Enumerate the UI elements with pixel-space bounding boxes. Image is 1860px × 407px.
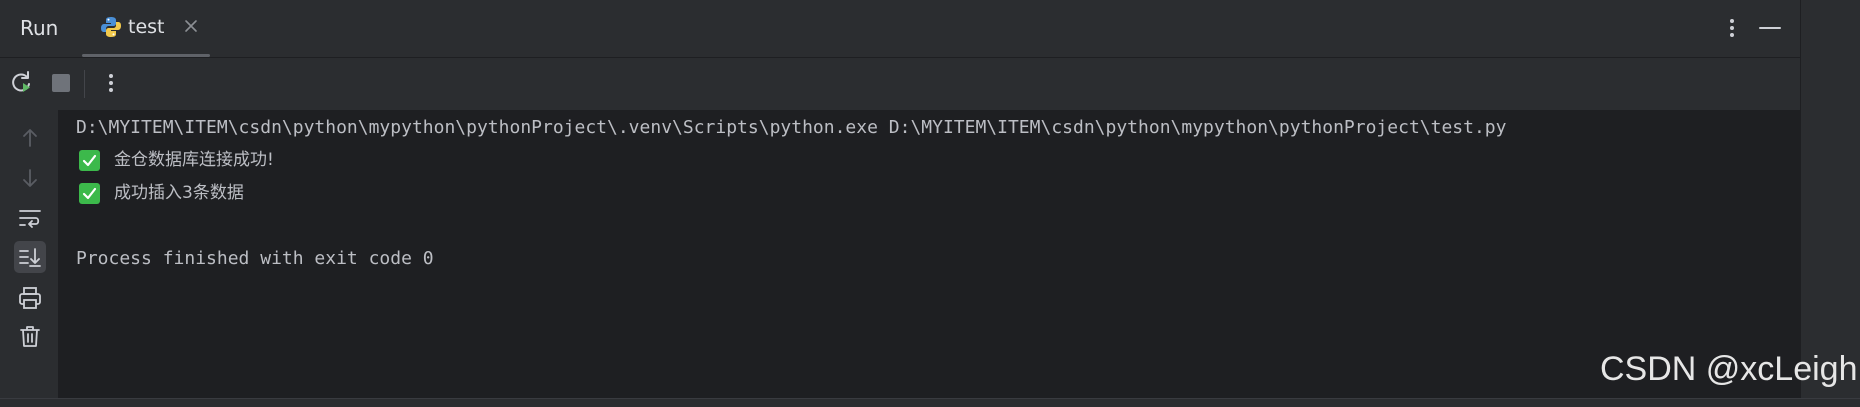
console-message-line: 成功插入3条数据	[114, 183, 244, 203]
soft-wrap-icon[interactable]	[14, 202, 46, 234]
check-mark-icon	[79, 150, 100, 171]
run-tool-window: Run test D:\MYITEM\ITEM\csdn\python\mypy…	[0, 0, 1860, 407]
console-command-line: D:\MYITEM\ITEM\csdn\python\mypython\pyth…	[76, 117, 1507, 138]
watermark: CSDN @xcLeigh	[1600, 350, 1858, 388]
console-output[interactable]: D:\MYITEM\ITEM\csdn\python\mypython\pyth…	[59, 110, 1800, 398]
more-vertical-icon[interactable]	[96, 68, 126, 98]
scroll-to-end-icon[interactable]	[14, 241, 46, 273]
console-gutter	[0, 110, 59, 398]
right-side-strip	[1800, 0, 1860, 398]
tab-label: test	[128, 16, 165, 38]
check-mark-icon	[79, 183, 100, 204]
toolbar-separator	[84, 70, 85, 98]
arrow-up-icon[interactable]	[14, 122, 46, 154]
panel-title: Run	[20, 16, 59, 40]
minimize-icon[interactable]	[1757, 14, 1783, 42]
stop-icon[interactable]	[46, 68, 76, 98]
arrow-down-icon[interactable]	[14, 162, 46, 194]
print-icon[interactable]	[14, 282, 46, 314]
tab-test[interactable]: test	[82, 0, 210, 57]
active-tab-indicator	[82, 54, 210, 57]
rerun-icon[interactable]	[6, 68, 36, 98]
more-vertical-icon[interactable]	[1720, 14, 1744, 42]
console-message-line: 金仓数据库连接成功!	[114, 150, 274, 170]
run-panel-header: Run test	[0, 0, 1800, 58]
python-file-icon	[101, 17, 121, 37]
trash-icon[interactable]	[14, 320, 46, 352]
console-exit-line: Process finished with exit code 0	[76, 248, 434, 269]
run-toolbar	[0, 58, 1800, 110]
close-icon[interactable]	[182, 17, 200, 35]
bottom-status-strip	[0, 398, 1860, 407]
